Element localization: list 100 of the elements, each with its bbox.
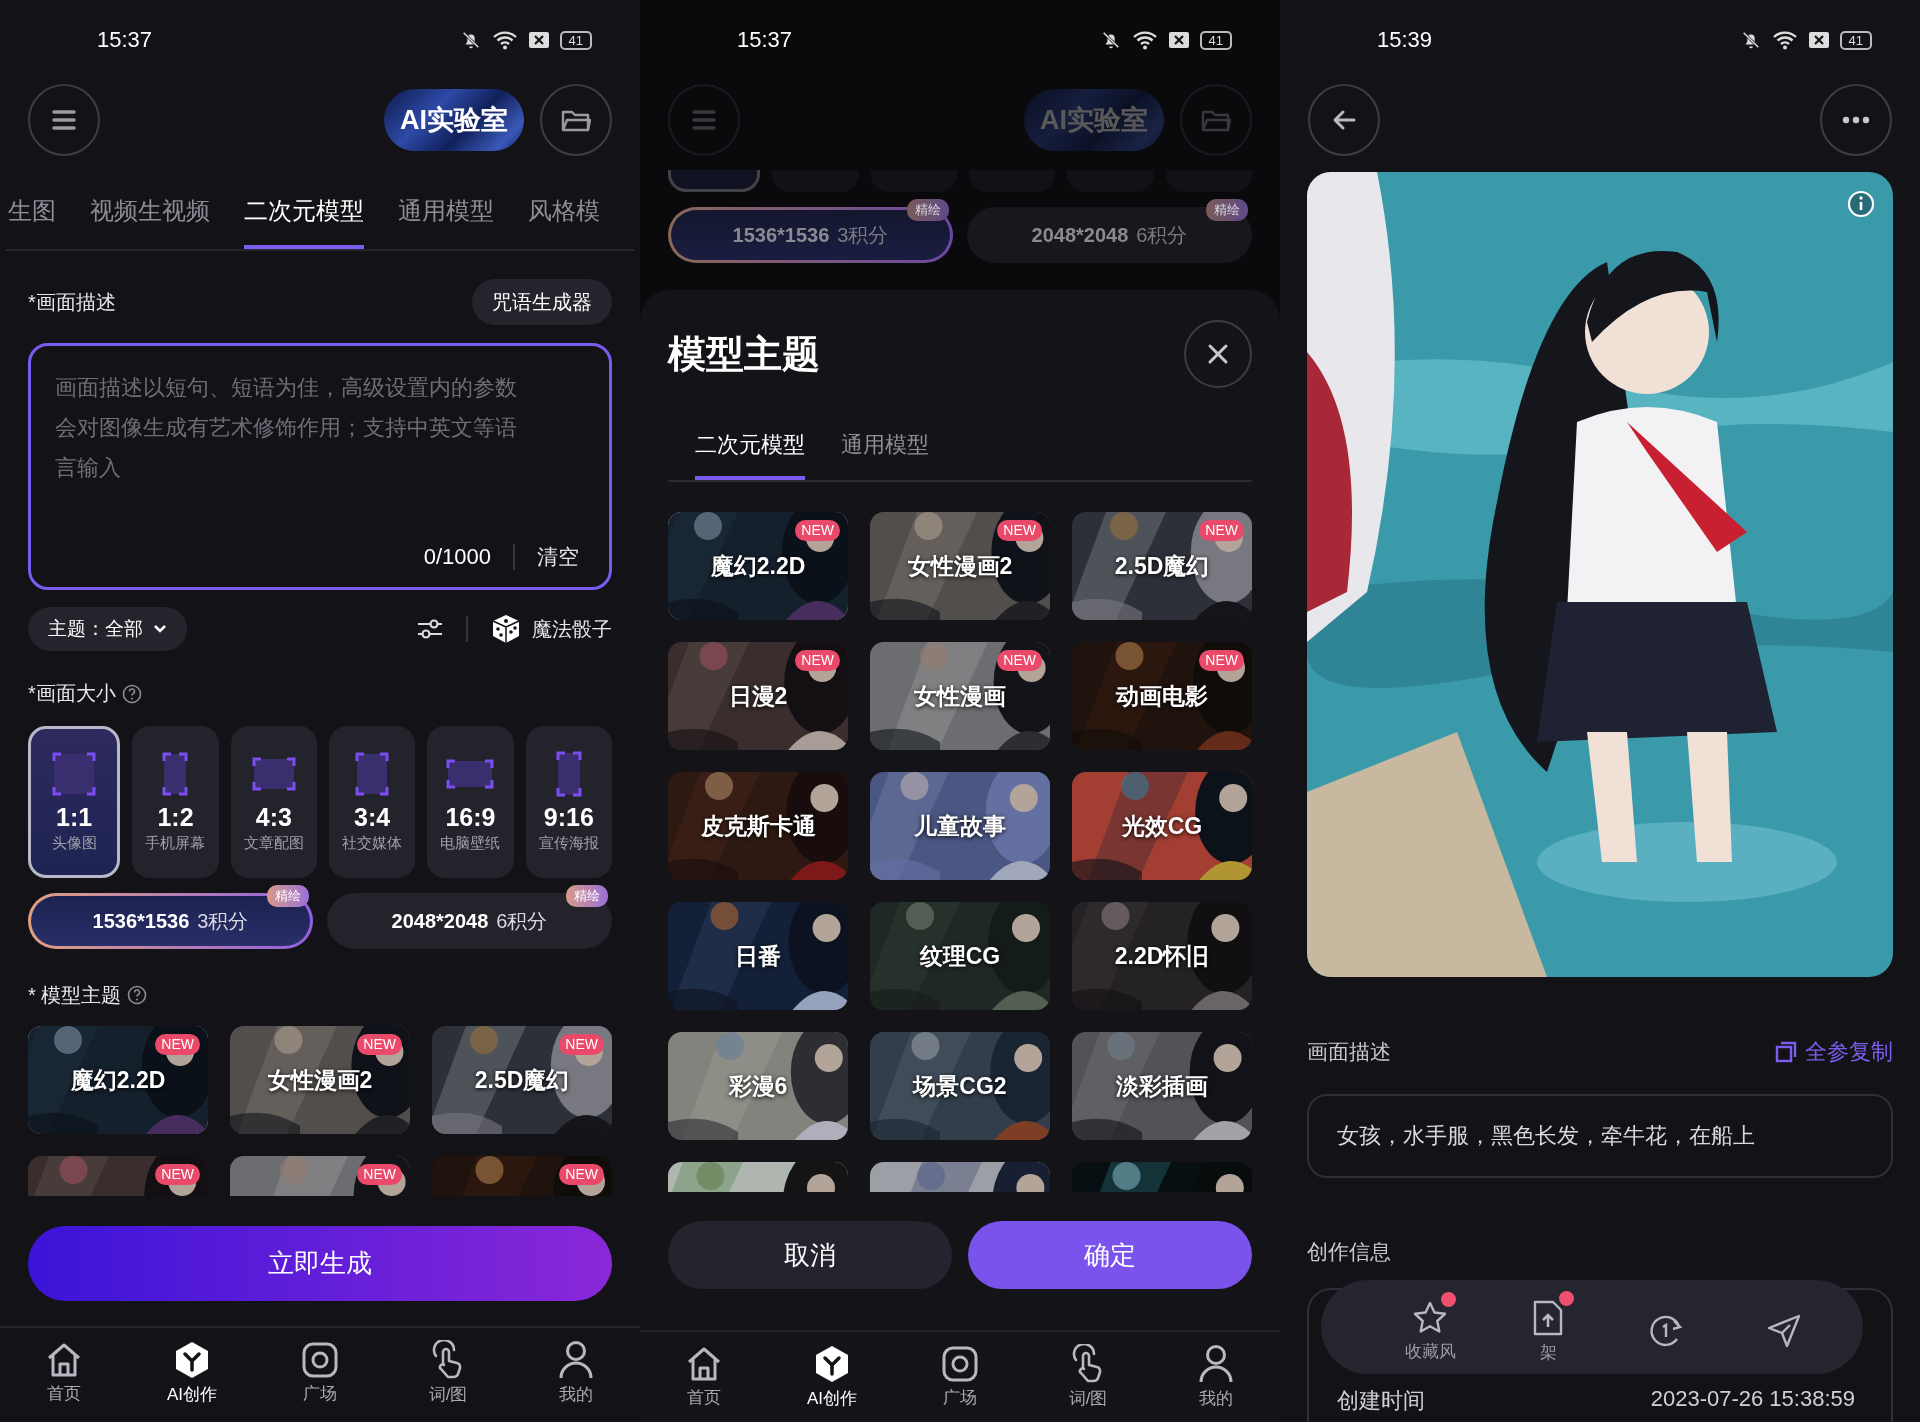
model-card[interactable]: NEW 日漫2 <box>668 642 848 750</box>
folder-button[interactable] <box>540 84 612 156</box>
camera-icon[interactable] <box>941 1345 979 1383</box>
magic-dice-button[interactable]: 魔法骰子 <box>490 613 612 645</box>
model-card[interactable]: NEW 魔幻2.2D <box>28 1026 208 1134</box>
close-button[interactable] <box>1184 320 1252 388</box>
model-card[interactable]: 纹理CG <box>870 902 1050 1010</box>
file-upload-icon[interactable] <box>1532 1298 1564 1337</box>
nav-tab[interactable]: 广场 <box>896 1345 1024 1409</box>
new-badge: NEW <box>155 1034 200 1055</box>
section-label: 创作信息 <box>1307 1239 1392 1265</box>
home-icon[interactable] <box>685 1345 723 1383</box>
prompt-field[interactable]: 画面描述以短句、短语为佳，高级设置内的参数会对图像生成有艺术修饰作用；支持中英文等语言输入 <box>55 368 535 498</box>
redo-icon[interactable] <box>1647 1313 1685 1349</box>
sim-off-icon <box>1807 31 1830 49</box>
theme-dropdown[interactable]: 主题：全部 <box>28 607 187 651</box>
model-card[interactable]: NEW <box>432 1156 612 1196</box>
nav-tab[interactable]: 我的 <box>512 1340 640 1406</box>
nav-tab[interactable]: 首页 <box>640 1345 768 1409</box>
nav-tab[interactable]: 广场 <box>256 1341 384 1405</box>
generate-button[interactable]: 立即生成 <box>28 1226 612 1301</box>
cancel-button[interactable]: 取消 <box>668 1221 952 1289</box>
menu-button[interactable] <box>28 84 100 156</box>
sliders-icon[interactable] <box>416 617 444 641</box>
battery-indicator: 41 <box>1839 30 1872 50</box>
aspect-frame-icon <box>50 751 99 797</box>
spell-generator-button[interactable]: 咒语生成器 <box>472 279 612 325</box>
nav-tab[interactable]: 首页 <box>0 1341 128 1405</box>
camera-icon[interactable] <box>301 1341 339 1379</box>
ratio-option[interactable]: 1:2 手机屏幕 <box>132 726 219 878</box>
confirm-button[interactable]: 确定 <box>968 1221 1252 1289</box>
back-button[interactable] <box>1308 84 1380 156</box>
model-card[interactable]: 皮克斯卡通 <box>668 772 848 880</box>
ratio-option[interactable]: 3:4 社交媒体 <box>329 726 416 878</box>
nav-tab[interactable]: AI创作 <box>768 1344 896 1410</box>
prompt-box[interactable]: 画面描述以短句、短语为佳，高级设置内的参数会对图像生成有艺术修饰作用；支持中英文等语言输入 0/1000 清空 <box>28 343 612 590</box>
ratio-option[interactable]: 4:3 文章配图 <box>230 726 317 878</box>
model-card[interactable]: 场景CG2 <box>870 1032 1050 1140</box>
model-card[interactable]: NEW 女性漫画2 <box>870 512 1050 620</box>
model-card[interactable]: NEW 动画电影 <box>1072 642 1252 750</box>
wifi-icon <box>1131 29 1158 51</box>
nav-tab[interactable]: 词/图 <box>1024 1344 1152 1410</box>
model-card[interactable]: 2.2D怀旧 <box>1072 902 1252 1010</box>
nav-tab[interactable]: 词/图 <box>384 1340 512 1406</box>
created-time: 2023-07-26 15:38:59 <box>1650 1386 1855 1413</box>
folder-icon[interactable] <box>561 108 591 132</box>
wifi-icon <box>491 29 518 51</box>
app-logo: AI实验室 <box>1024 89 1164 151</box>
model-card[interactable]: 淡彩插画 <box>1072 1032 1252 1140</box>
new-badge: NEW <box>559 1164 604 1185</box>
close-icon <box>1207 343 1229 365</box>
model-card[interactable]: 儿童故事 <box>870 772 1050 880</box>
category-tab[interactable]: 风格模 <box>528 185 600 249</box>
new-badge: NEW <box>997 520 1042 541</box>
model-card[interactable]: NEW <box>28 1156 208 1196</box>
category-tab[interactable]: 视频生视频 <box>90 185 210 249</box>
ratio-option[interactable]: 16:9 电脑壁纸 <box>427 726 514 878</box>
toolbar-action[interactable]: 收藏风 <box>1371 1291 1489 1363</box>
status-time: 15:39 <box>1377 27 1433 53</box>
menu-icon[interactable] <box>51 109 77 131</box>
category-tab[interactable]: 二次元模型 <box>695 422 805 480</box>
category-tab[interactable]: 通用模型 <box>841 422 929 480</box>
wifi-icon <box>1771 29 1798 51</box>
clear-button[interactable]: 清空 <box>537 543 585 571</box>
model-card[interactable]: 彩漫6 <box>668 1032 848 1140</box>
help-icon[interactable] <box>127 985 148 1005</box>
send-icon[interactable] <box>1766 1313 1802 1349</box>
nav-tab[interactable]: AI创作 <box>128 1340 256 1406</box>
sim-off-icon <box>527 31 550 49</box>
person-icon[interactable] <box>558 1340 594 1380</box>
char-counter: 0/1000 <box>423 544 491 570</box>
battery-indicator: 41 <box>559 30 592 50</box>
description-text: 女孩，水手服，黑色长发，牵牛花，在船上 <box>1307 1094 1893 1178</box>
field-label: *画面描述 <box>28 289 116 315</box>
person-icon[interactable] <box>1198 1344 1234 1384</box>
star-icon[interactable] <box>1412 1299 1448 1336</box>
more-icon <box>1842 116 1870 124</box>
info-icon[interactable] <box>1847 190 1875 218</box>
ratio-option[interactable]: 9:16 宣传海报 <box>525 726 612 878</box>
created-label: 创建时间 <box>1337 1387 1425 1415</box>
ratio-option[interactable]: 1:1 头像图 <box>28 726 121 878</box>
help-icon[interactable] <box>121 683 142 704</box>
nav-tab[interactable]: 我的 <box>1152 1344 1280 1410</box>
model-card[interactable]: NEW <box>230 1156 410 1196</box>
model-card[interactable]: NEW 魔幻2.2D <box>668 512 848 620</box>
status-time: 15:37 <box>97 27 153 53</box>
category-tab[interactable]: 生图 <box>8 185 56 249</box>
new-badge: NEW <box>1199 520 1244 541</box>
category-tab[interactable]: 通用模型 <box>398 185 494 249</box>
toolbar-action[interactable]: 架 <box>1489 1290 1607 1364</box>
chevron-down-icon <box>153 624 167 634</box>
model-card[interactable]: 日番 <box>668 902 848 1010</box>
new-badge: NEW <box>155 1164 200 1185</box>
home-icon[interactable] <box>45 1341 83 1379</box>
new-badge: NEW <box>357 1034 402 1055</box>
quality-badge: 精绘 <box>566 885 608 907</box>
model-card[interactable]: NEW 女性漫画2 <box>230 1026 410 1134</box>
category-tab[interactable]: 二次元模型 <box>244 185 364 249</box>
copy-all-button[interactable]: 全参复制 <box>1775 1037 1893 1067</box>
battery-indicator: 41 <box>1199 30 1232 50</box>
